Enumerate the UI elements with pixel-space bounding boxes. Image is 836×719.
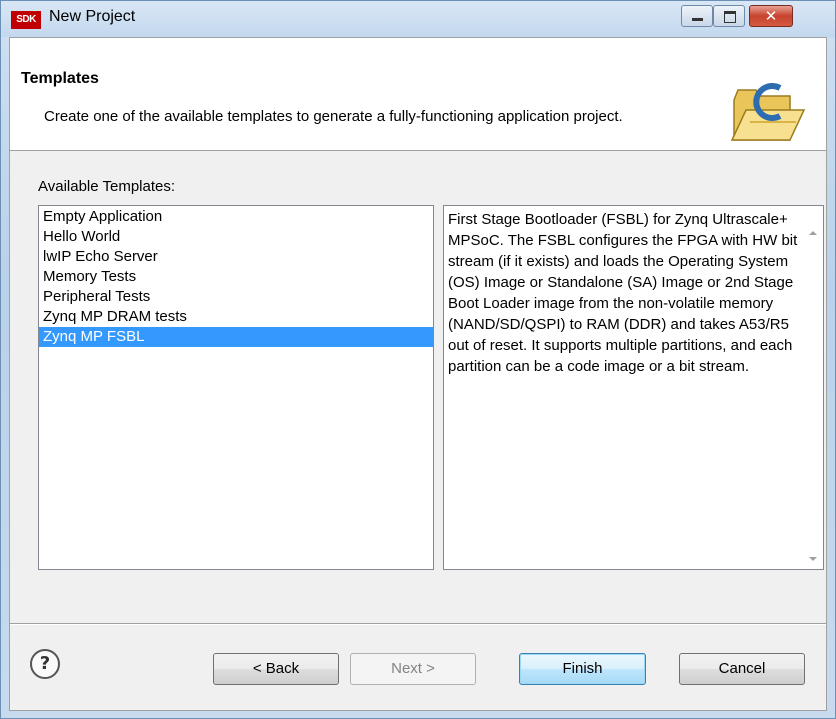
list-item[interactable]: Peripheral Tests xyxy=(39,287,433,307)
new-project-window: SDK New Project ✕ Templates Create one o… xyxy=(0,0,836,719)
window-title: New Project xyxy=(49,8,136,25)
folder-icon xyxy=(730,83,806,141)
page-title: Templates xyxy=(21,70,99,87)
next-button[interactable]: Next > xyxy=(350,653,476,685)
list-item[interactable]: Zynq MP DRAM tests xyxy=(39,307,433,327)
maximize-icon xyxy=(724,11,736,23)
title-bar[interactable]: SDK New Project ✕ xyxy=(1,1,835,37)
back-button[interactable]: < Back xyxy=(213,653,339,685)
sdk-app-icon: SDK xyxy=(11,11,41,29)
template-description-box: First Stage Bootloader (FSBL) for Zynq U… xyxy=(443,205,824,570)
list-item-selected[interactable]: Zynq MP FSBL xyxy=(39,327,433,347)
template-description: First Stage Bootloader (FSBL) for Zynq U… xyxy=(448,211,798,375)
finish-button[interactable]: Finish xyxy=(519,653,646,685)
list-item[interactable]: lwIP Echo Server xyxy=(39,247,433,267)
cancel-button[interactable]: Cancel xyxy=(679,653,805,685)
close-icon: ✕ xyxy=(764,7,778,25)
description-scrollbar[interactable] xyxy=(806,206,823,569)
list-item[interactable]: Hello World xyxy=(39,227,433,247)
maximize-button[interactable] xyxy=(713,5,745,27)
page-description: Create one of the available templates to… xyxy=(44,108,623,125)
wizard-header: Templates Create one of the available te… xyxy=(10,38,826,151)
scroll-up-icon[interactable] xyxy=(809,231,817,235)
minimize-button[interactable] xyxy=(681,5,713,27)
list-item[interactable]: Empty Application xyxy=(39,207,433,227)
button-separator xyxy=(10,623,826,625)
scroll-down-icon[interactable] xyxy=(809,557,817,561)
help-icon: ? xyxy=(39,653,51,674)
dialog-body: Templates Create one of the available te… xyxy=(9,37,827,711)
available-templates-label: Available Templates: xyxy=(38,178,176,195)
list-item[interactable]: Memory Tests xyxy=(39,267,433,287)
close-button[interactable]: ✕ xyxy=(749,5,793,27)
minimize-icon xyxy=(692,18,703,21)
help-button[interactable]: ? xyxy=(30,649,60,679)
templates-list[interactable]: Empty Application Hello World lwIP Echo … xyxy=(38,205,434,570)
